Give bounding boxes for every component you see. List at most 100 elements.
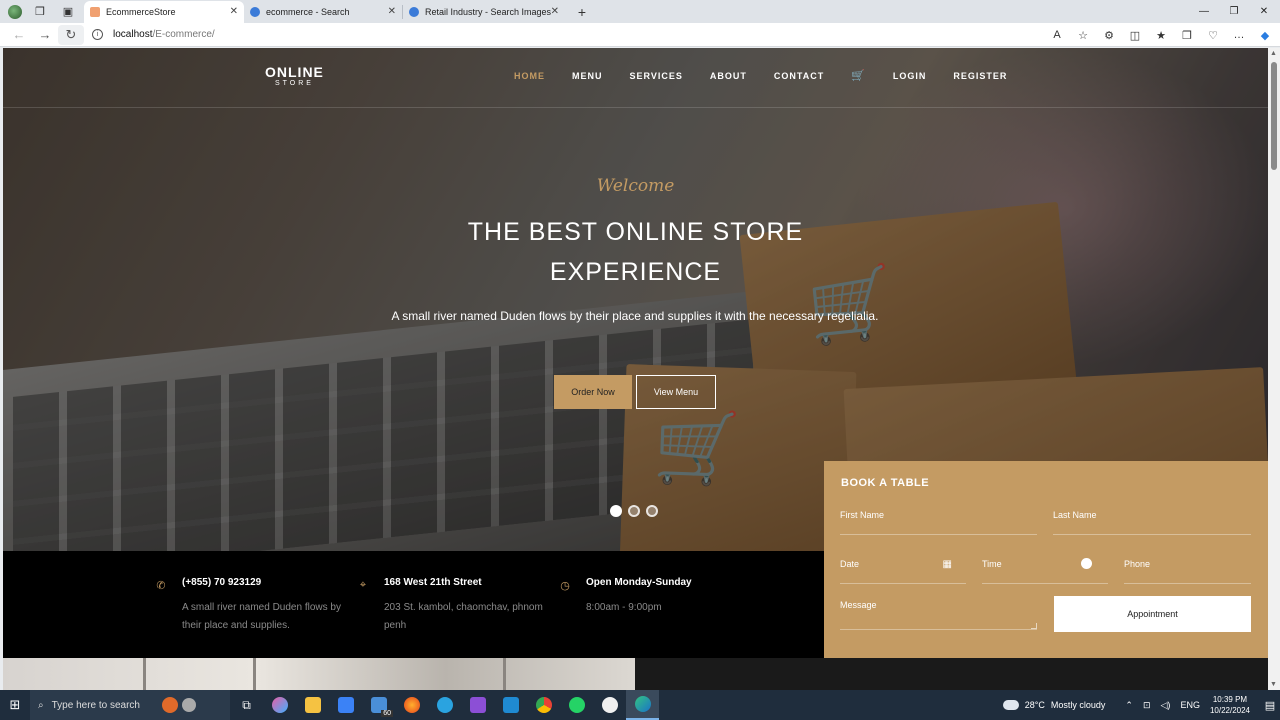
resize-grip-icon[interactable] bbox=[1031, 623, 1037, 629]
task-view-icon[interactable]: ⧉ bbox=[230, 690, 263, 720]
clock[interactable]: 10:39 PM 10/22/2024 bbox=[1210, 694, 1250, 716]
carousel-dot-2[interactable] bbox=[628, 505, 640, 517]
nav-register[interactable]: REGISTER bbox=[953, 71, 1007, 84]
phone-field[interactable]: Phone bbox=[1124, 559, 1251, 584]
back-button[interactable]: ← bbox=[6, 25, 32, 45]
start-button[interactable]: ⊞ bbox=[0, 690, 30, 720]
taskbar-search[interactable]: ⌕ Type here to search bbox=[30, 690, 230, 720]
nav-menu[interactable]: MENU bbox=[572, 71, 603, 84]
copilot-icon[interactable]: ◆ bbox=[1258, 29, 1272, 42]
location-icon: ⌖ bbox=[359, 579, 367, 591]
date-field[interactable]: Date ▦ bbox=[840, 559, 966, 584]
language-indicator[interactable]: ENG bbox=[1180, 700, 1200, 710]
next-section-preview bbox=[3, 658, 1268, 690]
carousel-dots bbox=[610, 505, 658, 517]
collections-icon[interactable]: ❐ bbox=[1180, 29, 1194, 42]
read-aloud-icon[interactable]: A bbox=[1050, 29, 1064, 41]
image-beam bbox=[253, 658, 256, 690]
nav-login[interactable]: LOGIN bbox=[893, 71, 927, 84]
scroll-up-icon[interactable]: ▲ bbox=[1270, 50, 1277, 57]
nav-contact[interactable]: CONTACT bbox=[774, 71, 824, 84]
mail-badge: 60 bbox=[381, 710, 393, 717]
carousel-dot-3[interactable] bbox=[646, 505, 658, 517]
address-bar: ← → ↻ i localhost/E-commerce/ A ☆ ⚙ ◫ ★ … bbox=[0, 23, 1280, 47]
visual-studio-icon[interactable] bbox=[461, 690, 494, 720]
tab-actions-icon[interactable]: ▣ bbox=[58, 4, 78, 20]
time-field[interactable]: Time bbox=[982, 558, 1108, 584]
windows-taskbar: ⊞ ⌕ Type here to search ⧉ 60 28°C Mostly… bbox=[0, 690, 1280, 720]
favorites-icon[interactable]: ★ bbox=[1154, 29, 1168, 42]
search-favicon-icon bbox=[250, 6, 260, 17]
store-icon[interactable] bbox=[329, 690, 362, 720]
time-picker-icon[interactable] bbox=[1081, 558, 1092, 569]
section-image-right bbox=[635, 658, 1268, 690]
refresh-button[interactable]: ↻ bbox=[58, 24, 84, 45]
network-icon[interactable]: ⊡ bbox=[1143, 700, 1151, 711]
close-tab-icon[interactable]: ✕ bbox=[388, 6, 396, 17]
workspaces-icon[interactable]: ❒ bbox=[30, 4, 50, 20]
system-tray: 28°C Mostly cloudy ⌃ ⊡ ◁) ENG 10:39 PM 1… bbox=[1002, 690, 1280, 720]
notification-icon[interactable]: ▤ bbox=[1260, 699, 1280, 712]
nav-services[interactable]: SERVICES bbox=[630, 71, 683, 84]
close-tab-icon[interactable]: ✕ bbox=[551, 6, 559, 17]
appointment-button[interactable]: Appointment bbox=[1054, 596, 1251, 632]
vscode-icon[interactable] bbox=[494, 690, 527, 720]
split-screen-icon[interactable]: ◫ bbox=[1128, 29, 1142, 42]
clock-icon: ◷ bbox=[560, 580, 570, 592]
url-path: /E-commerce/ bbox=[152, 29, 215, 40]
profile-icon[interactable] bbox=[8, 4, 22, 19]
nav-about[interactable]: ABOUT bbox=[710, 71, 747, 84]
tab-ecommerce-search[interactable]: ecommerce - Search ✕ bbox=[244, 1, 402, 23]
book-table-form: BOOK A TABLE First Name Last Name Date ▦… bbox=[824, 461, 1268, 658]
mail-icon[interactable]: 60 bbox=[362, 690, 395, 720]
close-tab-icon[interactable]: ✕ bbox=[230, 6, 238, 17]
scrollbar-thumb[interactable] bbox=[1271, 62, 1277, 170]
calendar-icon[interactable]: ▦ bbox=[943, 559, 952, 570]
first-name-field[interactable]: First Name bbox=[840, 510, 1037, 535]
hero-welcome: Welcome bbox=[596, 176, 675, 196]
nav-home[interactable]: HOME bbox=[514, 71, 545, 84]
file-explorer-icon[interactable] bbox=[296, 690, 329, 720]
url-field[interactable]: i localhost/E-commerce/ bbox=[92, 25, 972, 45]
scroll-down-icon[interactable]: ▼ bbox=[1270, 681, 1277, 688]
weather-widget[interactable]: 28°C Mostly cloudy bbox=[1002, 700, 1105, 710]
github-icon[interactable] bbox=[593, 690, 626, 720]
extensions-icon[interactable]: ⚙ bbox=[1102, 29, 1116, 42]
forward-button[interactable]: → bbox=[32, 25, 58, 45]
url-host: localhost bbox=[113, 29, 153, 40]
maximize-button[interactable]: ❐ bbox=[1219, 0, 1249, 23]
more-menu-icon[interactable]: … bbox=[1232, 29, 1246, 41]
page-scrollbar[interactable]: ▲ ▼ bbox=[1268, 48, 1280, 690]
chrome-icon[interactable] bbox=[527, 690, 560, 720]
order-now-button[interactable]: Order Now bbox=[554, 375, 632, 409]
booking-title: BOOK A TABLE bbox=[841, 477, 930, 489]
tab-ecommercestore[interactable]: EcommerceStore ✕ bbox=[84, 0, 244, 23]
whatsapp-icon[interactable] bbox=[560, 690, 593, 720]
basketball-icon bbox=[162, 697, 178, 713]
site-info-icon[interactable]: i bbox=[92, 29, 103, 40]
telegram-icon[interactable] bbox=[428, 690, 461, 720]
tab-retail-images[interactable]: Retail Industry - Search Images ✕ bbox=[403, 1, 565, 23]
volume-icon[interactable]: ◁) bbox=[1161, 700, 1171, 711]
favorite-star-icon[interactable]: ☆ bbox=[1076, 29, 1090, 42]
browser-essentials-icon[interactable]: ♡ bbox=[1206, 29, 1220, 42]
tray-chevron-icon[interactable]: ⌃ bbox=[1125, 700, 1133, 711]
last-name-field[interactable]: Last Name bbox=[1053, 510, 1251, 535]
site-logo[interactable]: ONLINE STORE bbox=[265, 64, 324, 87]
tab-favicon-icon bbox=[90, 6, 100, 17]
carousel-dot-1[interactable] bbox=[610, 505, 622, 517]
message-field[interactable]: Message bbox=[840, 600, 1037, 630]
image-beam bbox=[143, 658, 146, 690]
view-menu-button[interactable]: View Menu bbox=[636, 375, 716, 409]
new-tab-button[interactable]: + bbox=[571, 4, 593, 20]
minimize-button[interactable]: — bbox=[1189, 0, 1219, 23]
copilot-app-icon[interactable] bbox=[263, 690, 296, 720]
nav-links: HOME MENU SERVICES ABOUT CONTACT 🛒 LOGIN… bbox=[514, 69, 1034, 84]
phone-icon: ✆ bbox=[156, 580, 166, 592]
image-beam bbox=[503, 658, 506, 690]
close-window-button[interactable]: ✕ bbox=[1249, 0, 1279, 23]
browser-tab-bar: ❒ ▣ EcommerceStore ✕ ecommerce - Search … bbox=[0, 0, 1280, 23]
cart-icon[interactable]: 🛒 bbox=[851, 69, 866, 82]
firefox-icon[interactable] bbox=[395, 690, 428, 720]
edge-icon[interactable] bbox=[626, 690, 659, 720]
